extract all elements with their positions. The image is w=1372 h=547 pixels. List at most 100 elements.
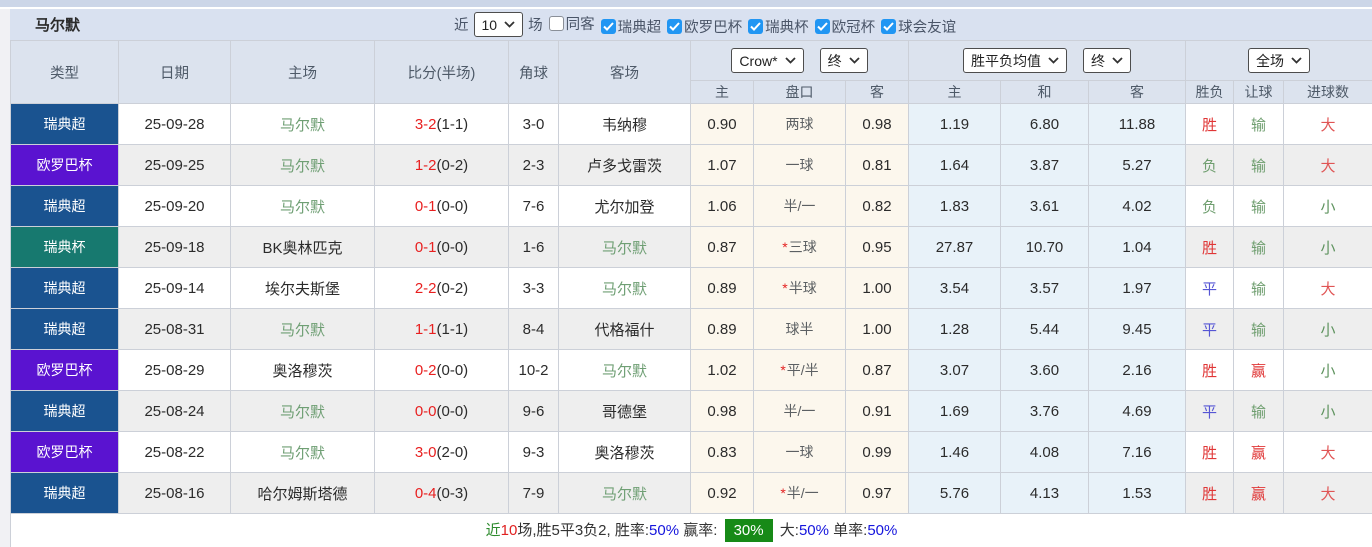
score-cell: 1-2(0-2)	[374, 144, 509, 186]
result-handicap: 输	[1233, 267, 1284, 309]
avg-odds-home: 5.76	[908, 472, 1001, 514]
avg-odds-away: 7.16	[1088, 431, 1186, 473]
col-header-corner: 角球	[508, 40, 559, 104]
checkbox-checked-icon[interactable]	[600, 18, 616, 34]
score-cell: 0-4(0-3)	[374, 472, 509, 514]
corner-score: 7-6	[508, 185, 559, 227]
result-wdl: 胜	[1185, 103, 1234, 145]
handicap-odds-group: Crow* 终	[690, 40, 909, 81]
handicap-odds-away: 0.95	[845, 226, 909, 268]
chevron-down-icon	[1291, 57, 1302, 64]
filter-label[interactable]: 欧罗巴杯	[684, 16, 742, 37]
avg-odds-draw: 3.57	[1000, 267, 1089, 309]
checkbox-checked-icon[interactable]	[748, 18, 764, 34]
handicap-odds-away: 0.99	[845, 431, 909, 473]
home-team: 马尔默	[230, 308, 375, 350]
odds-company-select[interactable]: Crow*	[731, 48, 804, 73]
odds-time-select-2[interactable]: 终	[1083, 48, 1132, 73]
checkbox-checked-icon[interactable]	[881, 18, 897, 34]
subcol-hcap-home: 主	[690, 80, 754, 104]
filter-item[interactable]: 球会友谊	[881, 16, 956, 37]
win-rate-badge: 30%	[724, 519, 773, 542]
result-handicap: 输	[1233, 308, 1284, 350]
recent-count-select[interactable]: 10	[473, 12, 524, 37]
match-row: 瑞典超 25-09-20 马尔默 0-1(0-0) 7-6 尤尔加登 1.06 半/一 0.82…	[10, 185, 1372, 227]
result-goals: 大	[1283, 103, 1372, 145]
avg-odds-draw: 4.13	[1000, 472, 1089, 514]
handicap-line: 半/一	[753, 185, 846, 227]
summary-text: 50%	[798, 522, 829, 539]
chevron-down-icon	[504, 21, 515, 28]
result-goals: 小	[1283, 349, 1372, 391]
result-wdl: 胜	[1185, 431, 1234, 473]
chevron-down-icon	[1048, 57, 1059, 64]
league-badge: 欧罗巴杯	[10, 144, 119, 186]
handicap-odds-away: 1.00	[845, 308, 909, 350]
subcol-hcap-line: 盘口	[753, 80, 846, 104]
handicap-odds-home: 0.83	[690, 431, 754, 473]
handicap-odds-home: 1.06	[690, 185, 754, 227]
result-goals: 大	[1283, 267, 1372, 309]
handicap-line: *半/一	[753, 472, 846, 514]
filter-item[interactable]: 瑞典杯	[748, 16, 809, 37]
match-row: 瑞典超 25-08-16 哈尔姆斯塔德 0-4(0-3) 7-9 马尔默 0.92 *半/一 0…	[10, 472, 1372, 514]
handicap-line: *三球	[753, 226, 846, 268]
odds-time-select-1[interactable]: 终	[819, 48, 868, 73]
filter-label[interactable]: 瑞典杯	[765, 16, 809, 37]
match-date: 25-08-31	[118, 308, 231, 350]
result-goals: 小	[1283, 308, 1372, 350]
league-badge: 瑞典杯	[10, 226, 119, 268]
handicap-odds-away: 0.97	[845, 472, 909, 514]
avg-odds-away: 4.02	[1088, 185, 1186, 227]
filter-item[interactable]: 欧罗巴杯	[667, 16, 742, 37]
filter-label[interactable]: 球会友谊	[898, 16, 956, 37]
filter-label[interactable]: 欧冠杯	[832, 16, 876, 37]
games-label: 场	[528, 18, 543, 34]
away-team: 奥洛穆茨	[558, 431, 691, 473]
avg-odds-draw: 10.70	[1000, 226, 1089, 268]
home-team: 马尔默	[230, 144, 375, 186]
league-badge: 瑞典超	[10, 267, 119, 309]
handicap-odds-home: 0.87	[690, 226, 754, 268]
handicap-odds-home: 1.07	[690, 144, 754, 186]
result-goals: 小	[1283, 390, 1372, 432]
filter-label[interactable]: 瑞典超	[618, 16, 662, 37]
summary-text: 胜率:	[614, 522, 650, 539]
avg-odds-draw: 4.08	[1000, 431, 1089, 473]
corner-score: 8-4	[508, 308, 559, 350]
avg-odds-group: 胜平负均值 终	[908, 40, 1186, 81]
scope-select[interactable]: 全场	[1248, 48, 1310, 73]
score-cell: 0-2(0-0)	[374, 349, 509, 391]
match-row: 瑞典超 25-08-31 马尔默 1-1(1-1) 8-4 代格福什 0.89 球半 1.00 1…	[10, 308, 1372, 350]
summary-text: 场,胜5平3负2,	[517, 522, 615, 539]
result-wdl: 平	[1185, 390, 1234, 432]
match-row: 瑞典超 25-09-28 马尔默 3-2(1-1) 3-0 韦纳穆 0.90 两球 0.98 1.…	[10, 103, 1372, 145]
result-wdl: 平	[1185, 267, 1234, 309]
league-filters: 同客 瑞典超 欧罗巴杯 瑞典杯 欧冠杯 球会友谊	[543, 13, 956, 37]
match-date: 25-09-28	[118, 103, 231, 145]
score-cell: 0-0(0-0)	[374, 390, 509, 432]
filter-item[interactable]: 瑞典超	[600, 16, 662, 37]
checkbox-unchecked-icon[interactable]	[548, 15, 564, 31]
home-team: 马尔默	[230, 390, 375, 432]
avg-type-select[interactable]: 胜平负均值	[962, 48, 1067, 73]
match-row: 瑞典超 25-08-24 马尔默 0-0(0-0) 9-6 哥德堡 0.98 半/一 0.91 1…	[10, 390, 1372, 432]
chevron-down-icon	[848, 57, 860, 64]
filter-item[interactable]: 欧冠杯	[814, 16, 876, 37]
handicap-odds-away: 1.00	[845, 267, 909, 309]
col-header-score: 比分(半场)	[374, 40, 509, 104]
league-badge: 瑞典超	[10, 185, 119, 227]
league-badge: 欧罗巴杯	[10, 431, 119, 473]
summary-text: 50%	[649, 522, 680, 539]
avg-odds-home: 27.87	[908, 226, 1001, 268]
result-goals: 小	[1283, 226, 1372, 268]
filter-item[interactable]: 同客	[548, 13, 595, 34]
checkbox-checked-icon[interactable]	[667, 18, 683, 34]
handicap-line: *半球	[753, 267, 846, 309]
result-goals: 小	[1283, 185, 1372, 227]
result-wdl: 负	[1185, 185, 1234, 227]
result-handicap: 输	[1233, 103, 1284, 145]
checkbox-checked-icon[interactable]	[814, 18, 830, 34]
filter-label[interactable]: 同客	[566, 13, 595, 34]
result-handicap: 输	[1233, 185, 1284, 227]
